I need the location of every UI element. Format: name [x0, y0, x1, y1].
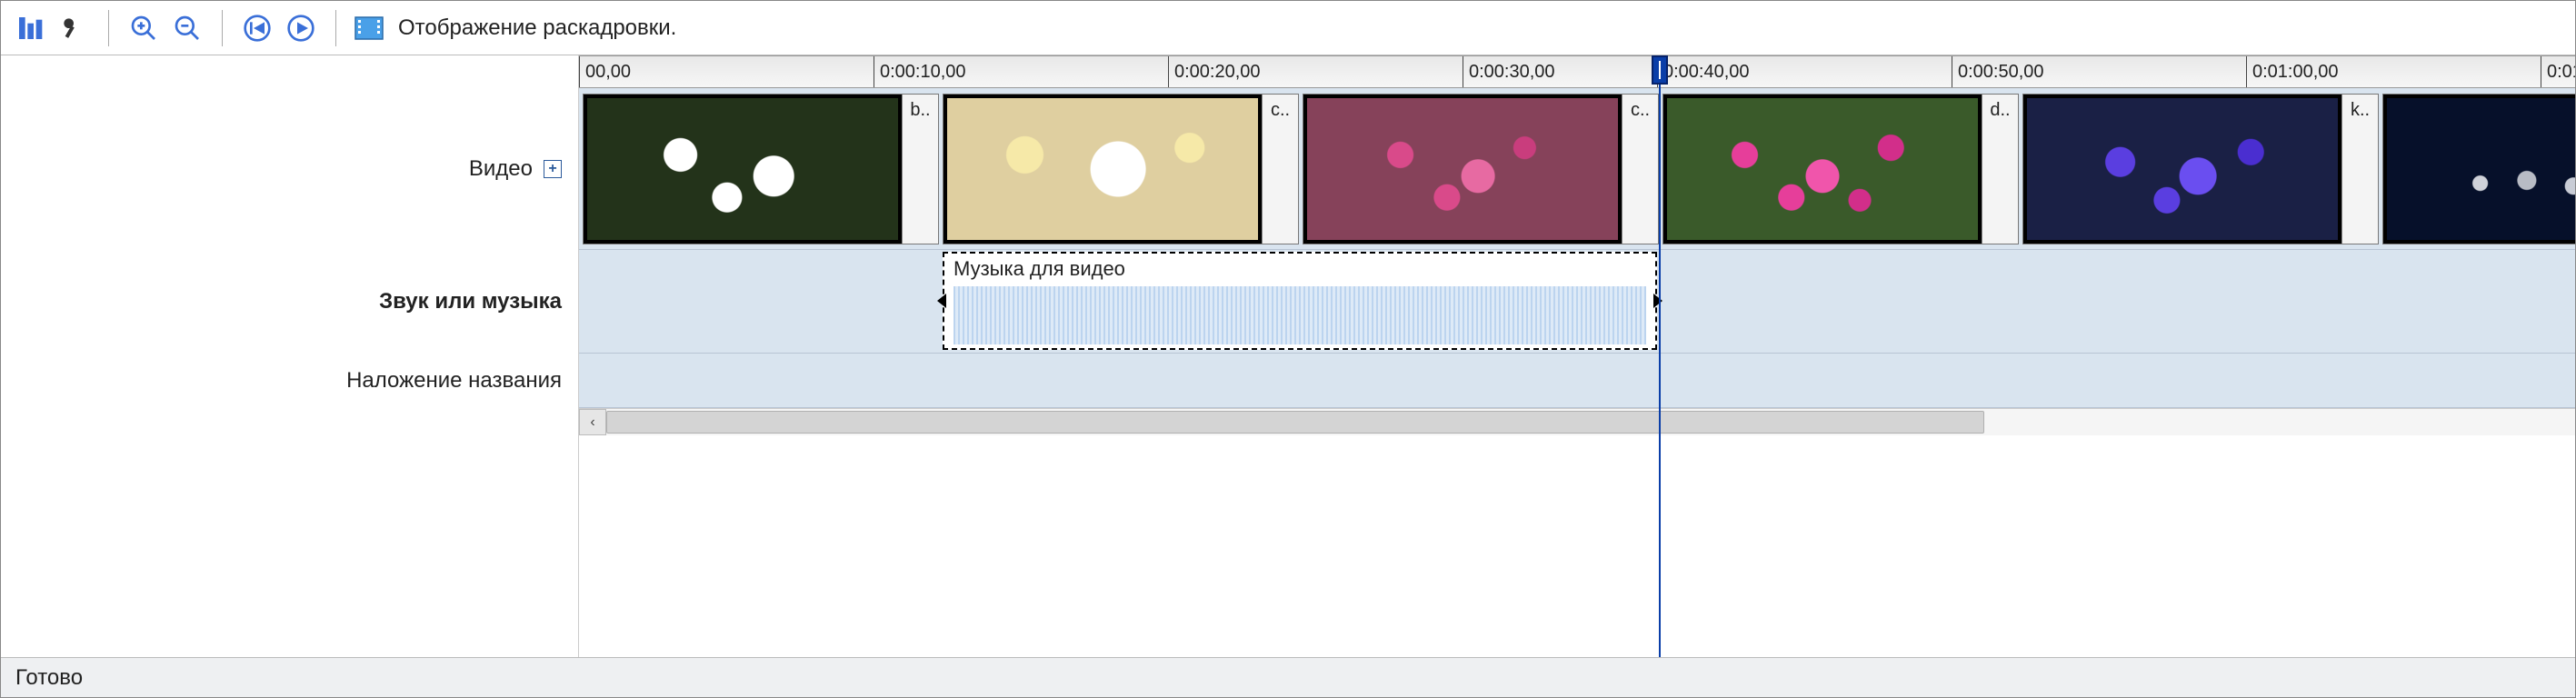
storyboard-toggle-label[interactable]: Отображение раскадровки.	[398, 15, 676, 41]
audio-waveform	[954, 286, 1646, 344]
video-clip[interactable]: d..	[1662, 94, 2019, 244]
track-labels-column: Видео + Звук или музыка Наложение назван…	[1, 55, 579, 657]
video-track-label: Видео	[469, 156, 533, 182]
playhead-handle[interactable]	[1652, 55, 1668, 85]
ruler-tick: 0:00:30,00	[1463, 56, 1555, 87]
clip-thumbnail	[944, 95, 1262, 244]
expand-video-button[interactable]: +	[544, 160, 562, 178]
separator	[222, 10, 223, 46]
zoom-in-icon[interactable]	[125, 10, 162, 46]
horizontal-scrollbar[interactable]: ‹	[579, 408, 2575, 435]
ruler-tick: 00,00	[579, 56, 631, 87]
video-clip[interactable]: k..	[2022, 94, 2379, 244]
clip-thumbnail	[1663, 95, 1982, 244]
clip-name-tag: k..	[2341, 95, 2378, 244]
status-bar: Готово	[1, 657, 2575, 697]
storyboard-icon[interactable]	[353, 12, 385, 45]
timeline: 00,00 0:00:10,00 0:00:20,00 0:00:30,00 0:00:…	[579, 55, 2575, 657]
status-text: Готово	[15, 665, 83, 691]
ruler-tick: 0:00:10,00	[874, 56, 966, 87]
clip-thumbnail	[1303, 95, 1622, 244]
time-ruler[interactable]: 00,00 0:00:10,00 0:00:20,00 0:00:30,00 0:00:…	[579, 55, 2575, 88]
title-track-label-row: Наложение названия	[1, 354, 578, 408]
clip-name-tag: c..	[1262, 95, 1298, 244]
rewind-icon[interactable]	[239, 10, 275, 46]
levels-icon[interactable]	[12, 10, 48, 46]
ruler-tick-label: 00,00	[585, 62, 631, 83]
zoom-out-icon[interactable]	[169, 10, 205, 46]
video-clip[interactable]: l...	[2382, 94, 2575, 244]
ruler-tick-label: 0:00:10,00	[880, 62, 966, 83]
narration-icon[interactable]	[55, 10, 92, 46]
ruler-tick-label: 0:00:30,00	[1469, 62, 1555, 83]
audio-track[interactable]: Музыка для видео	[579, 250, 2575, 354]
ruler-tick: 0:01:10,00	[2541, 56, 2575, 87]
audio-clip-trim-right[interactable]	[1653, 294, 1662, 308]
clip-name-tag: c..	[1622, 95, 1658, 244]
ruler-tick-label: 0:00:50,00	[1958, 62, 2044, 83]
main-area: Видео + Звук или музыка Наложение назван…	[1, 55, 2575, 657]
ruler-spacer	[1, 55, 578, 88]
ruler-tick: 0:01:00,00	[2246, 56, 2339, 87]
clip-name-tag: d..	[1982, 95, 2018, 244]
clip-thumbnail	[2383, 95, 2575, 244]
ruler-tick-label: 0:01:10,00	[2547, 62, 2575, 83]
playhead[interactable]	[1659, 55, 1661, 657]
video-clip[interactable]: c..	[943, 94, 1299, 244]
audio-clip-title: Музыка для видео	[954, 257, 1646, 286]
audio-track-label: Звук или музыка	[379, 289, 562, 314]
ruler-tick: 0:00:40,00	[1657, 56, 1750, 87]
app-root: Отображение раскадровки. Видео + Звук ил…	[0, 0, 2576, 698]
separator	[108, 10, 109, 46]
ruler-tick: 0:00:50,00	[1952, 56, 2044, 87]
video-clip[interactable]: b..	[583, 94, 939, 244]
audio-clip[interactable]: Музыка для видео	[943, 252, 1657, 350]
scroll-thumb[interactable]	[606, 411, 1984, 434]
audio-clip-trim-left[interactable]	[937, 294, 946, 308]
toolbar: Отображение раскадровки.	[1, 1, 2575, 55]
ruler-tick-label: 0:00:40,00	[1663, 62, 1750, 83]
play-icon[interactable]	[283, 10, 319, 46]
title-overlay-track[interactable]	[579, 354, 2575, 408]
video-track[interactable]: b.. c.. c.. d.. k..l...	[579, 88, 2575, 250]
video-clip[interactable]: c..	[1303, 94, 1659, 244]
scroll-track[interactable]	[606, 409, 2575, 435]
separator	[335, 10, 336, 46]
ruler-tick: 0:00:20,00	[1168, 56, 1261, 87]
clip-thumbnail	[2023, 95, 2341, 244]
ruler-tick-label: 0:00:20,00	[1174, 62, 1261, 83]
audio-track-label-row: Звук или музыка	[1, 250, 578, 354]
ruler-tick-label: 0:01:00,00	[2252, 62, 2339, 83]
scroll-left-arrow[interactable]: ‹	[579, 409, 606, 435]
clip-name-tag: b..	[902, 95, 938, 244]
title-track-label: Наложение названия	[346, 368, 562, 394]
clip-thumbnail	[584, 95, 902, 244]
video-track-label-row: Видео +	[1, 88, 578, 250]
